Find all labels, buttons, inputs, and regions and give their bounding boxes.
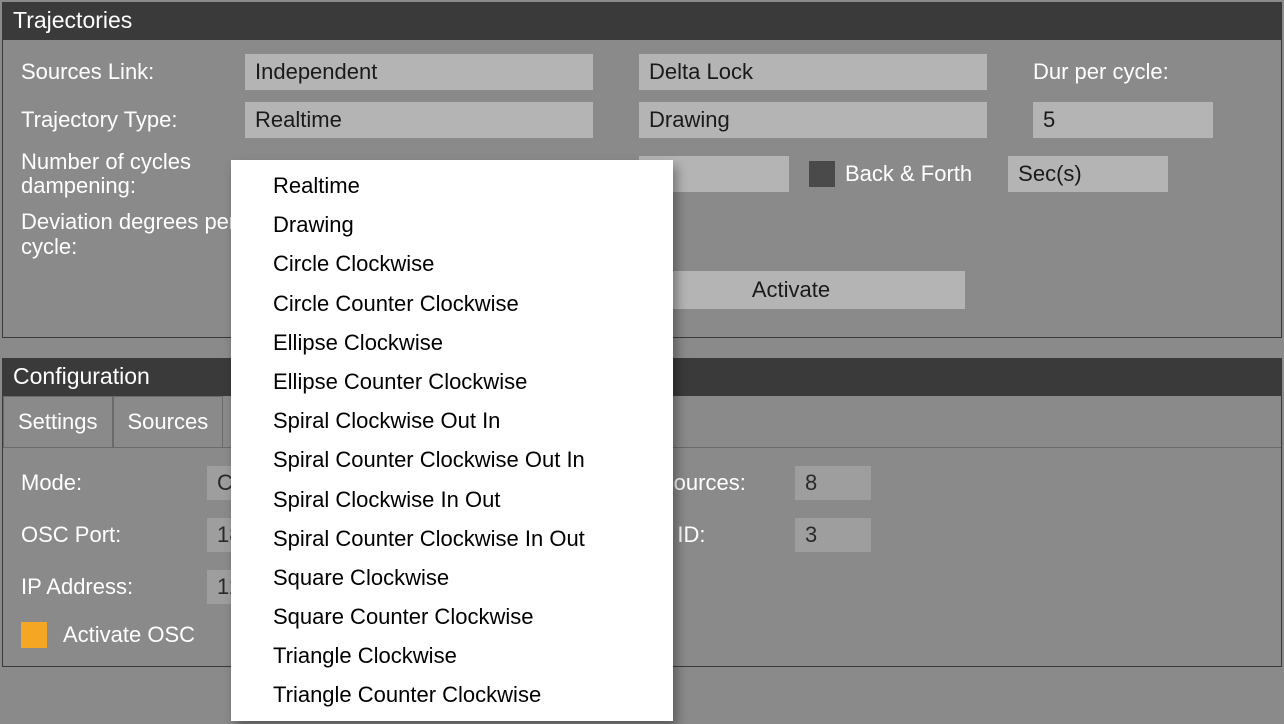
back-forth-label: Back & Forth <box>845 161 972 187</box>
trajectories-title: Trajectories <box>13 7 132 33</box>
dur-per-cycle-label: Dur per cycle: <box>1033 59 1169 85</box>
dropdown-item[interactable]: Square Clockwise <box>231 558 673 597</box>
dropdown-item[interactable]: Ellipse Clockwise <box>231 323 673 362</box>
dropdown-item[interactable]: Spiral Counter Clockwise Out In <box>231 440 673 479</box>
tab-settings[interactable]: Settings <box>3 396 113 447</box>
sources-link-label: Sources Link: <box>21 60 231 84</box>
dropdown-item[interactable]: Drawing <box>231 205 673 244</box>
activate-button-label: Activate <box>752 277 830 302</box>
dropdown-item[interactable]: Triangle Counter Clockwise <box>231 675 673 714</box>
sources-link-combo[interactable]: Independent <box>245 54 593 90</box>
trajectories-header: Trajectories <box>3 3 1281 40</box>
dropdown-item[interactable]: Triangle Clockwise <box>231 636 673 675</box>
deviation-label: Deviation degrees per cycle: <box>21 210 247 258</box>
sources-count-input[interactable]: 8 <box>795 466 871 500</box>
trajectory-type-secondary-value: Drawing <box>649 107 730 133</box>
configuration-title: Configuration <box>13 363 150 389</box>
tab-sources-label: Sources <box>128 409 209 434</box>
dur-per-cycle-input[interactable]: 5 <box>1033 102 1213 138</box>
dropdown-item[interactable]: Realtime <box>231 166 673 205</box>
activate-osc-checkbox[interactable] <box>21 622 47 648</box>
dropdown-item[interactable]: Circle Counter Clockwise <box>231 284 673 323</box>
sources-count-label: Sources: <box>659 470 779 496</box>
sources-link-value: Independent <box>255 59 377 85</box>
units-combo[interactable]: Sec(s) <box>1008 156 1168 192</box>
trajectory-type-combo[interactable]: Realtime <box>245 102 593 138</box>
id-input[interactable]: 3 <box>795 518 871 552</box>
dropdown-item[interactable]: Spiral Counter Clockwise In Out <box>231 519 673 558</box>
trajectory-type-value: Realtime <box>255 107 342 133</box>
sources-count-value: 8 <box>805 470 817 496</box>
activate-osc-label: Activate OSC <box>63 622 195 648</box>
sources-link-secondary-value: Delta Lock <box>649 59 753 85</box>
id-label: e ID: <box>659 522 779 548</box>
tab-settings-label: Settings <box>18 409 98 434</box>
trajectory-type-label: Trajectory Type: <box>21 108 231 132</box>
dropdown-item[interactable]: Spiral Clockwise In Out <box>231 480 673 519</box>
num-cycles-dampening-label: Number of cycles dampening: <box>21 150 231 198</box>
dropdown-item[interactable]: Square Counter Clockwise <box>231 597 673 636</box>
mode-label: Mode: <box>21 470 191 496</box>
tab-sources[interactable]: Sources <box>113 396 224 447</box>
sources-link-secondary-combo[interactable]: Delta Lock <box>639 54 987 90</box>
dropdown-item[interactable]: Spiral Clockwise Out In <box>231 401 673 440</box>
dropdown-item[interactable]: Ellipse Counter Clockwise <box>231 362 673 401</box>
back-forth-checkbox[interactable] <box>809 161 835 187</box>
trajectory-type-dropdown[interactable]: RealtimeDrawingCircle ClockwiseCircle Co… <box>231 160 673 721</box>
osc-port-label: OSC Port: <box>21 522 191 548</box>
dur-per-cycle-value: 5 <box>1043 107 1055 133</box>
ip-address-label: IP Address: <box>21 574 191 600</box>
trajectory-type-secondary-combo[interactable]: Drawing <box>639 102 987 138</box>
units-value: Sec(s) <box>1018 161 1082 187</box>
id-value: 3 <box>805 522 817 548</box>
dropdown-item[interactable]: Circle Clockwise <box>231 244 673 283</box>
